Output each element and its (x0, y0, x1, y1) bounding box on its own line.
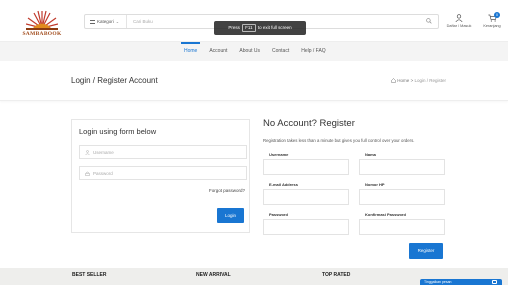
user-icon (85, 150, 90, 155)
search-icon[interactable] (426, 18, 432, 24)
footer-best-seller: BEST SELLER (72, 272, 107, 278)
chat-widget[interactable]: Tinggalkan pesan (420, 279, 502, 285)
nav-about-us[interactable]: About Us (233, 42, 266, 61)
fullscreen-notice: Press F11 to exit full screen (214, 21, 306, 35)
footer-new-arrival: NEW ARRIVAL (196, 272, 231, 278)
username-placeholder: Username (93, 150, 114, 155)
register-subtitle: Registration takes less than a minute bu… (263, 138, 415, 143)
fullscreen-suffix: to exit full screen (257, 25, 292, 30)
password-placeholder: Password (93, 171, 113, 176)
page-header: Login / Register Account Home > Login / … (0, 61, 508, 101)
register-konfirmasi-password-field[interactable] (359, 219, 445, 235)
brand-name: SAMBABOOK (22, 31, 62, 37)
label-konfirmasi-password: Konfirmasi Password (365, 212, 406, 217)
account-link[interactable]: Daftar / Masuk (444, 14, 474, 28)
forgot-password-link[interactable]: Forgot password? (209, 188, 245, 193)
register-button[interactable]: Register (409, 243, 443, 259)
chevron-down-icon: ⌄ (115, 19, 120, 24)
register-title: No Account? Register (263, 118, 355, 129)
category-label: Kategori (97, 19, 114, 24)
menu-icon (90, 19, 95, 24)
label-nama: Nama (365, 152, 376, 157)
fullscreen-prefix: Press (228, 25, 240, 30)
label-email: E-mail Address (269, 182, 298, 187)
register-nama-field[interactable] (359, 159, 445, 175)
login-password-field[interactable]: Password (79, 166, 247, 180)
register-email-field[interactable] (263, 189, 349, 205)
cart-count-badge: 0 (494, 12, 500, 18)
login-title: Login using form below (79, 127, 157, 136)
login-username-field[interactable]: Username (79, 145, 247, 159)
label-username: Username (269, 152, 289, 157)
label-nomor-hp: Nomor HP (365, 182, 385, 187)
lock-icon (85, 171, 90, 176)
breadcrumb-home[interactable]: Home (397, 78, 409, 83)
page-title: Login / Register Account (71, 76, 158, 85)
nav-home[interactable]: Home (178, 42, 203, 61)
chat-label: Tinggalkan pesan (424, 280, 452, 284)
fullscreen-key: F11 (242, 24, 256, 32)
register-password-field[interactable] (263, 219, 349, 235)
login-button[interactable]: Login (217, 208, 244, 223)
breadcrumb-current: Login / Register (414, 78, 446, 83)
nav-help-faq[interactable]: Help / FAQ (295, 42, 331, 61)
chat-icon (492, 280, 497, 284)
register-nomor-hp-field[interactable] (359, 189, 445, 205)
category-dropdown[interactable]: Kategori ⌄ (85, 15, 127, 28)
nav-account[interactable]: Account (203, 42, 233, 61)
site-logo[interactable]: SAMBABOOK (20, 10, 64, 38)
home-icon (391, 78, 397, 83)
nav-contact[interactable]: Contact (266, 42, 295, 61)
main-navigation: Home Account About Us Contact Help / FAQ (0, 42, 508, 61)
account-label: Daftar / Masuk (446, 24, 472, 28)
breadcrumb: Home > Login / Register (391, 78, 446, 83)
cart-link[interactable]: 0 Keranjang (480, 12, 504, 28)
footer-top-rated: TOP RATED (322, 272, 351, 278)
search-input[interactable]: Cari Buku (133, 15, 153, 28)
logo-sun-icon (26, 10, 58, 30)
breadcrumb-separator: > (410, 78, 414, 83)
register-username-field[interactable] (263, 159, 349, 175)
user-icon (455, 14, 463, 22)
label-password: Password (269, 212, 288, 217)
cart-label: Keranjang (483, 24, 501, 28)
login-panel: Login using form below Username Password… (71, 119, 250, 233)
